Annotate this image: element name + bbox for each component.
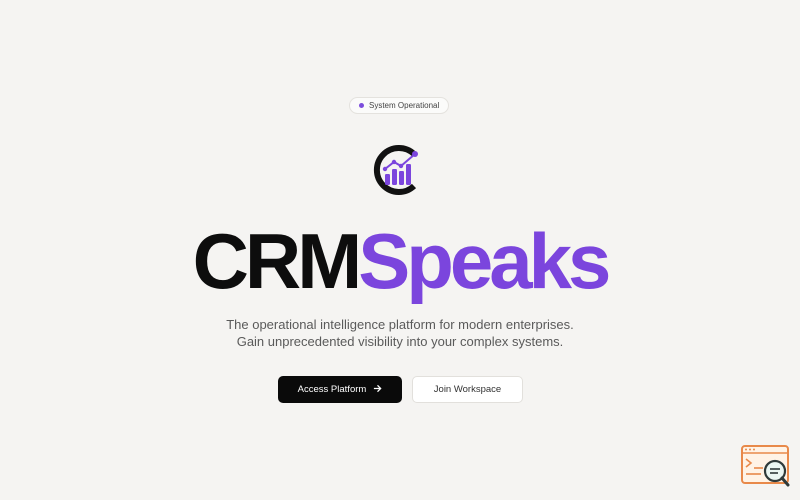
join-workspace-label: Join Workspace <box>433 384 502 395</box>
status-dot-icon <box>359 103 364 108</box>
status-badge: System Operational <box>349 97 449 114</box>
brand-name-part-2: Speaks <box>358 217 611 305</box>
brand-wordmark: CRMSpeaks <box>0 216 800 306</box>
access-platform-label: Access Platform <box>297 384 367 395</box>
tagline: The operational intelligence platform fo… <box>0 316 800 350</box>
join-workspace-button[interactable]: Join Workspace <box>412 376 523 403</box>
arrow-right-icon <box>373 384 382 396</box>
access-platform-button[interactable]: Access Platform <box>278 376 402 403</box>
brand-name-part-1: CRM <box>192 217 363 305</box>
status-label: System Operational <box>369 101 440 110</box>
tagline-line-1: The operational intelligence platform fo… <box>226 317 574 332</box>
crm-speaks-logo-icon <box>368 138 432 202</box>
tagline-line-2: Gain unprecedented visibility into your … <box>236 334 564 349</box>
landing-page: System Operational CRMSpeaks The operati… <box>0 0 800 500</box>
terminal-search-icon[interactable] <box>741 445 791 489</box>
